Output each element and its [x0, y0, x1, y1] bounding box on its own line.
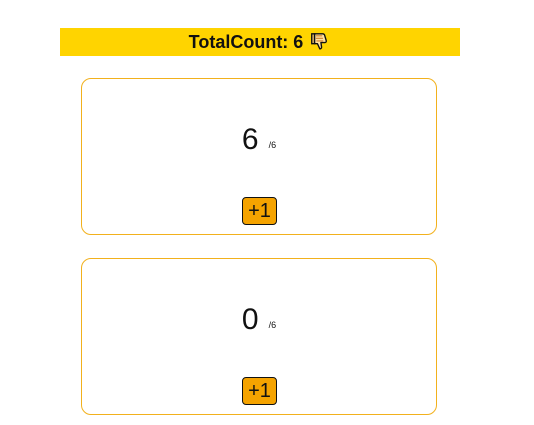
total-count-banner: TotalCount: 6: [60, 28, 460, 56]
counter-value-row: 0 /6: [82, 305, 436, 335]
counter-card-1: 6 /6 +1: [81, 78, 437, 235]
increment-button-2[interactable]: +1: [242, 377, 277, 405]
counter-max: /6: [268, 320, 277, 330]
counter-card-2: 0 /6 +1: [81, 258, 437, 415]
total-count-label: TotalCount: 6: [188, 32, 304, 52]
counter-value: 6: [241, 123, 259, 156]
counter-value: 0: [241, 303, 259, 336]
thumbs-down-icon: [309, 31, 331, 53]
counter-value-row: 6 /6: [82, 125, 436, 155]
increment-button-1[interactable]: +1: [242, 197, 277, 225]
counter-page: TotalCount: 6 6 /6 +1 0 /6 +1: [0, 0, 534, 425]
counter-max: /6: [268, 140, 277, 150]
